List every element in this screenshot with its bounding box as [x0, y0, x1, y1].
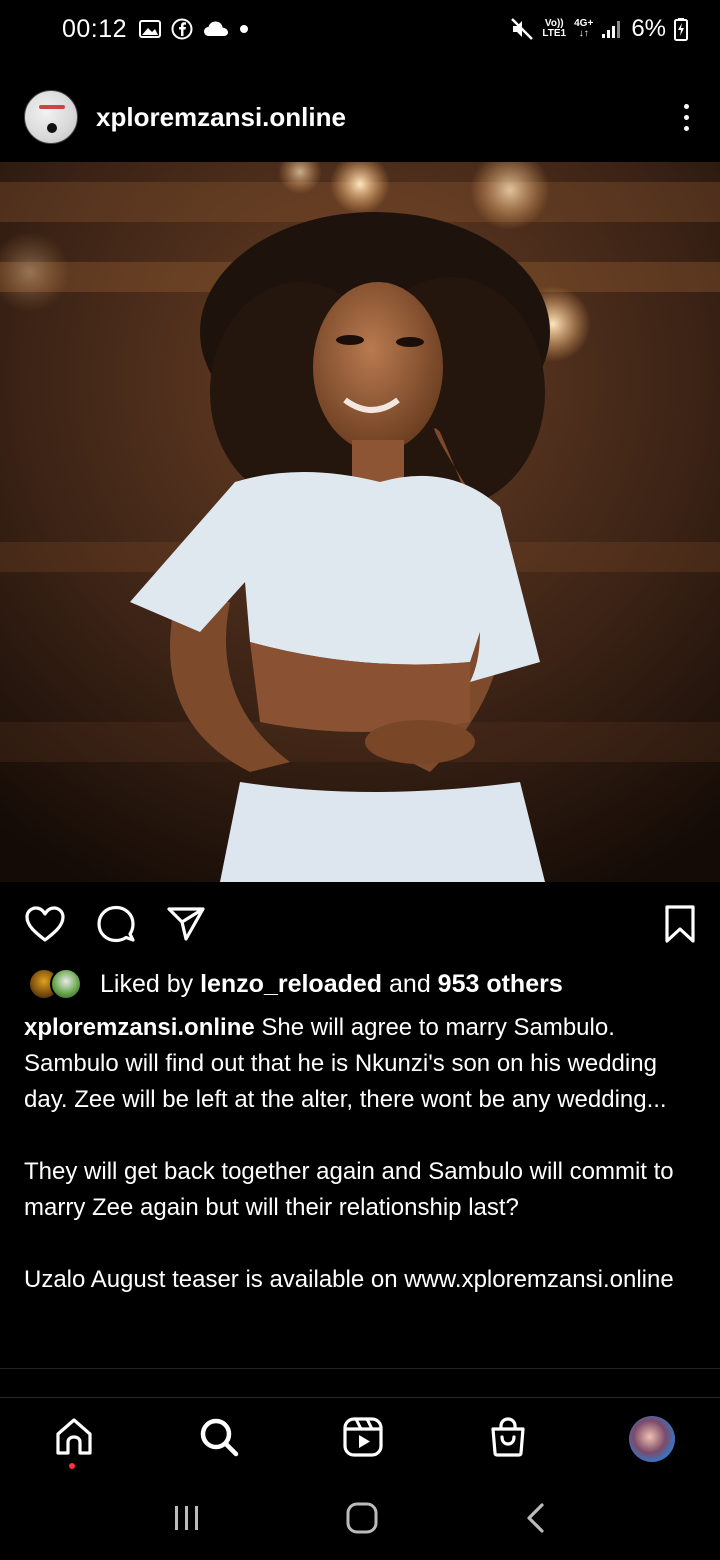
liker-avatar — [50, 968, 82, 1000]
battery-charging-icon — [674, 17, 688, 41]
gallery-icon — [139, 19, 162, 39]
nav-shop[interactable] — [484, 1415, 532, 1463]
caption-username[interactable]: xploremzansi.online — [24, 1014, 255, 1041]
caption-text-3: Uzalo August teaser is available on www.… — [24, 1266, 674, 1293]
status-bar: 00:12 Vo)) LTE1 4G+ ↓↑ 6% — [0, 0, 720, 58]
nav-search[interactable] — [195, 1415, 243, 1463]
post-actions — [0, 892, 720, 956]
battery-percent: 6% — [631, 15, 666, 42]
facebook-icon — [171, 18, 193, 40]
liker-username[interactable]: lenzo_reloaded — [200, 970, 382, 999]
comment-icon[interactable] — [96, 904, 136, 944]
back-icon[interactable] — [522, 1502, 548, 1539]
home-button-icon[interactable] — [345, 1501, 379, 1540]
likes-row[interactable]: Liked by lenzo_reloaded and 953 others — [24, 962, 704, 1006]
signal-icon — [601, 19, 623, 39]
notification-dot — [69, 1463, 75, 1469]
profile-avatar — [629, 1416, 675, 1462]
network-label: Vo)) LTE1 — [542, 18, 567, 39]
cloud-icon — [203, 20, 229, 38]
likes-count[interactable]: 953 others — [438, 970, 563, 999]
post-image[interactable] — [0, 162, 720, 882]
data-type-label: 4G+ ↓↑ — [574, 18, 594, 39]
dot-icon — [239, 24, 249, 34]
likes-middle: and — [382, 969, 438, 998]
status-time: 00:12 — [62, 14, 128, 43]
system-navigation-bar — [0, 1480, 720, 1560]
post-photo-illustration — [0, 162, 720, 882]
post-caption: xploremzansi.online She will agree to ma… — [24, 1010, 704, 1298]
nav-reels[interactable] — [339, 1415, 387, 1463]
liker-avatars — [24, 966, 86, 1002]
status-right: Vo)) LTE1 4G+ ↓↑ 6% — [510, 15, 688, 43]
home-icon — [53, 1416, 95, 1463]
caption-paragraph: xploremzansi.online She will agree to ma… — [24, 1010, 704, 1118]
bottom-navigation — [0, 1398, 720, 1480]
post-author-avatar[interactable] — [24, 90, 78, 144]
mute-icon — [510, 17, 534, 41]
divider — [0, 1368, 720, 1369]
nav-profile[interactable] — [628, 1415, 676, 1463]
shopping-bag-icon — [487, 1416, 529, 1463]
post-author-username[interactable]: xploremzansi.online — [96, 102, 346, 133]
bookmark-icon[interactable] — [664, 904, 696, 944]
more-options-icon[interactable] — [676, 97, 696, 137]
likes-prefix: Liked by — [100, 969, 201, 998]
send-icon[interactable] — [166, 905, 206, 943]
post-header: xploremzansi.online — [0, 84, 720, 150]
heart-icon[interactable] — [24, 905, 66, 943]
recent-apps-icon[interactable] — [172, 1503, 202, 1538]
caption-text-2: They will get back together again and Sa… — [24, 1158, 674, 1221]
nav-home[interactable] — [50, 1415, 98, 1469]
reels-icon — [342, 1416, 384, 1463]
search-icon — [198, 1416, 240, 1463]
notification-icons — [139, 18, 249, 40]
